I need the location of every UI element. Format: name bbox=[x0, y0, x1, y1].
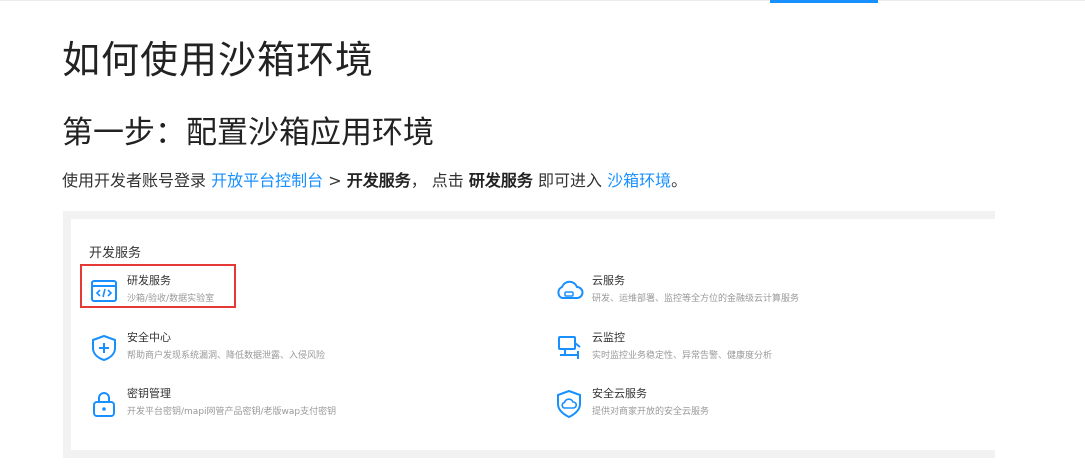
intro-text-part: 使用开发者账号登录 bbox=[62, 171, 212, 190]
service-name: 密钥管理 bbox=[127, 387, 171, 400]
page-title: 如何使用沙箱环境 bbox=[62, 38, 375, 82]
service-name: 云服务 bbox=[592, 274, 625, 287]
intro-arrow: > bbox=[323, 171, 347, 190]
service-desc: 实时监控业务稳定性、异常告警、健康度分析 bbox=[592, 351, 773, 361]
step-title: 第一步：配置沙箱应用环境 bbox=[62, 115, 434, 151]
service-cloud-monitor[interactable]: 云监控 实时监控业务稳定性、异常告警、健康度分析 bbox=[554, 329, 974, 369]
rd-service-bold: 研发服务 bbox=[468, 171, 533, 190]
shield-cloud-icon bbox=[554, 389, 584, 419]
intro-text-part: ， 点击 bbox=[410, 171, 469, 190]
dev-services-bold: 开发服务 bbox=[346, 171, 411, 190]
intro-text-part: 即可进入 bbox=[532, 171, 608, 190]
console-link[interactable]: 开放平台控制台 bbox=[211, 171, 323, 190]
service-security-center[interactable]: 安全中心 帮助商户发现系统漏洞、降低数据泄露、入侵风险 bbox=[89, 329, 419, 369]
service-desc: 帮助商户发现系统漏洞、降低数据泄露、入侵风险 bbox=[127, 351, 326, 361]
service-desc: 研发、运维部署、监控等全方位的金融级云计算服务 bbox=[592, 294, 800, 304]
dev-services-card: 开发服务 研发服务 沙箱/验收/数据实验室 云服务 研发、运维部署、监控等全方位… bbox=[71, 219, 995, 450]
service-key-management[interactable]: 密钥管理 开发平台密钥/mapi网管产品密钥/老版wap支付密钥 bbox=[89, 385, 419, 425]
service-desc: 开发平台密钥/mapi网管产品密钥/老版wap支付密钥 bbox=[127, 407, 337, 417]
top-divider bbox=[0, 0, 1085, 1]
sandbox-link[interactable]: 沙箱环境 bbox=[607, 171, 671, 190]
service-security-cloud[interactable]: 安全云服务 提供对商家开放的安全云服务 bbox=[554, 385, 974, 425]
active-tab-indicator bbox=[770, 0, 878, 3]
intro-text: 使用开发者账号登录 开放平台控制台 > 开发服务， 点击 研发服务 即可进入 沙… bbox=[62, 171, 687, 191]
card-title: 开发服务 bbox=[89, 246, 142, 261]
service-name: 云监控 bbox=[592, 331, 625, 344]
shield-plus-icon bbox=[89, 333, 119, 363]
highlight-box bbox=[80, 264, 236, 308]
intro-end: 。 bbox=[671, 171, 688, 190]
service-cloud[interactable]: 云服务 研发、运维部署、监控等全方位的金融级云计算服务 bbox=[554, 272, 974, 312]
lock-icon bbox=[89, 389, 119, 419]
cloud-icon bbox=[554, 276, 584, 306]
service-name: 安全云服务 bbox=[592, 387, 647, 400]
monitor-camera-icon bbox=[554, 333, 584, 363]
service-name: 安全中心 bbox=[127, 331, 171, 344]
screenshot-panel: 开发服务 研发服务 沙箱/验收/数据实验室 云服务 研发、运维部署、监控等全方位… bbox=[63, 211, 995, 458]
service-desc: 提供对商家开放的安全云服务 bbox=[592, 407, 710, 417]
